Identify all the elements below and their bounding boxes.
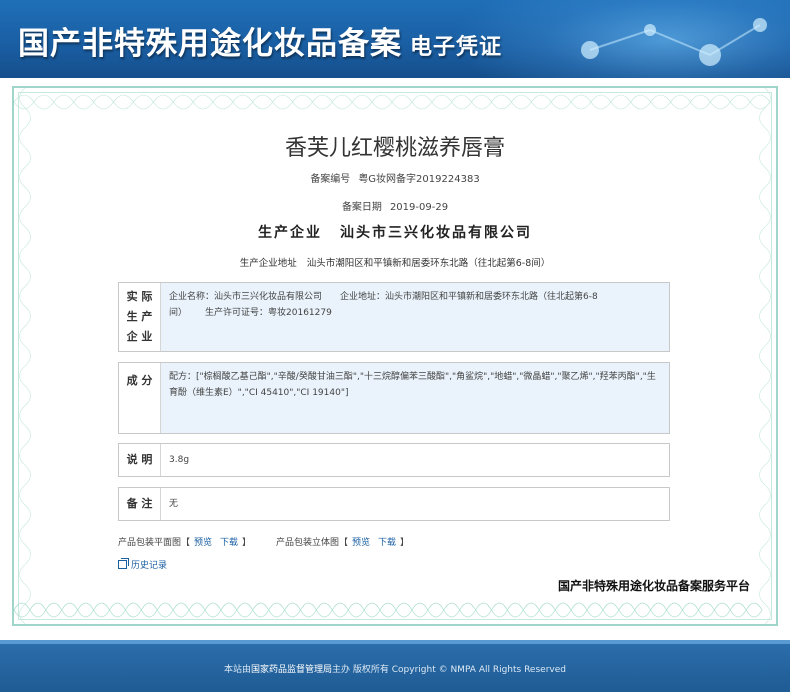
address-label: 生产企业地址 — [239, 258, 297, 269]
record-number-label: 备案编号 — [310, 174, 351, 185]
record-number-line: 备案编号 粤G妆网备字2019224383 — [0, 170, 790, 185]
ingredients-content: 配方：["棕榈酸乙基己酯","辛酸/癸酸甘油三酯","十三烷醇偏苯三酸酯","角… — [161, 363, 669, 433]
product-name: 香芙儿红樱桃滋养唇膏 — [284, 136, 505, 161]
solid-package-group: 产品包装立体图【 预览 下载】 — [276, 538, 409, 548]
footer-suffix: 主办 版权所有 Copyright © NMPA All Rights Rese… — [332, 664, 566, 675]
guilloche-right-pattern — [759, 88, 771, 624]
package-image-links: 产品包装平面图【 预览 下载】 产品包装立体图【 预览 下载】 — [118, 535, 431, 548]
header-banner: 国产非特殊用途化妆品备案 电子凭证 — [0, 0, 790, 78]
enterprise-value: 汕头市三兴化妆品有限公司 — [340, 225, 532, 241]
record-date-label: 备案日期 — [341, 202, 382, 213]
actual-producer-content: 企业名称：汕头市三兴化妆品有限公司 企业地址：汕头市潮阳区和平镇新和居委环东北路（… — [161, 283, 669, 351]
platform-name: 国产非特殊用途化妆品备案服务平台 — [557, 579, 750, 593]
enterprise-label: 生产企业 — [258, 225, 322, 241]
ingredients-box: 成 分 配方：["棕榈酸乙基己酯","辛酸/癸酸甘油三酯","十三烷醇偏苯三酸酯… — [118, 362, 670, 434]
license-label: 生产许可证号： — [205, 308, 269, 318]
history-link[interactable]: 历史记录 — [118, 558, 167, 571]
solid-download-link[interactable]: 下载 — [378, 538, 396, 548]
enterprise-line: 生产企业 汕头市三兴化妆品有限公司 — [0, 222, 790, 242]
actual-producer-line-1: 企业名称：汕头市三兴化妆品有限公司 企业地址：汕头市潮阳区和平镇新和居委环东北路（… — [169, 289, 661, 305]
footer-prefix: 本站由 — [224, 664, 252, 675]
company-name-value: 汕头市三兴化妆品有限公司 — [214, 292, 323, 302]
description-label: 说 明 — [119, 444, 161, 476]
solid-package-label: 产品包装立体图【 — [275, 538, 348, 548]
remark-label: 备 注 — [119, 488, 161, 520]
record-date-line: 备案日期 2019-09-29 — [0, 198, 790, 213]
title-main: 国产非特殊用途化妆品备案 — [18, 26, 402, 62]
page-title: 国产非特殊用途化妆品备案 电子凭证 — [18, 18, 502, 63]
actual-producer-label-line: 实 际 — [126, 290, 153, 303]
address-value: 汕头市潮阳区和平镇新和居委环东北路（往北起第6-8间） — [306, 258, 551, 269]
company-address-value: 汕头市潮阳区和平镇新和居委环东北路（往北起第6-8 — [385, 292, 598, 302]
remark-value: 无 — [169, 499, 179, 509]
flat-package-close: 】 — [242, 538, 252, 548]
footer: 本站由 国家药品监督管理局 主办 版权所有 Copyright © NMPA All… — [0, 640, 790, 692]
molecule-decoration-icon — [581, 18, 767, 66]
actual-producer-box: 实 际 生 产 企 业 企业名称：汕头市三兴化妆品有限公司 企业地址：汕头市潮阳区… — [118, 282, 670, 352]
flat-package-label: 产品包装平面图【 — [118, 538, 191, 548]
company-address-label: 企业地址： — [340, 292, 386, 302]
flat-download-link[interactable]: 下载 — [220, 538, 238, 548]
guilloche-left-pattern — [19, 88, 31, 624]
actual-producer-label: 实 际 生 产 企 业 — [119, 283, 161, 351]
title-sub: 电子凭证 — [410, 34, 503, 60]
ingredients-label: 成 分 — [119, 363, 161, 433]
external-link-icon — [118, 558, 129, 569]
actual-producer-label-line: 企 业 — [126, 330, 153, 343]
guilloche-bottom-pattern — [14, 602, 763, 618]
address-line: 生产企业地址 汕头市潮阳区和平镇新和居委环东北路（往北起第6-8间） — [0, 255, 790, 269]
record-number-value: 粤G妆网备字2019224383 — [358, 174, 480, 185]
actual-producer-label-line: 生 产 — [126, 310, 153, 323]
solid-preview-link[interactable]: 预览 — [352, 538, 370, 548]
company-address-continued: 间） — [169, 308, 188, 318]
guilloche-top-pattern — [14, 94, 771, 110]
solid-package-close: 】 — [399, 538, 409, 548]
company-name-label: 企业名称： — [169, 292, 215, 302]
flat-package-group: 产品包装平面图【 预览 下载】 — [118, 538, 254, 548]
footer-org: 国家药品监督管理局 — [251, 664, 333, 675]
record-date-value: 2019-09-29 — [389, 202, 449, 213]
license-value: 粤妆20161279 — [268, 308, 332, 318]
ingredients-prefix: 配方： — [169, 372, 197, 382]
remark-box: 备 注 无 — [118, 487, 670, 521]
history-link-label[interactable]: 历史记录 — [131, 558, 167, 571]
flat-preview-link[interactable]: 预览 — [194, 538, 212, 548]
description-box: 说 明 3.8g — [118, 443, 670, 477]
ingredients-list: ["棕榈酸乙基己酯","辛酸/癸酸甘油三酯","十三烷醇偏苯三酸酯","角鲨烷"… — [169, 372, 656, 398]
description-value: 3.8g — [169, 455, 190, 465]
actual-producer-line-2: 间） 生产许可证号：粤妆20161279 — [169, 305, 661, 321]
